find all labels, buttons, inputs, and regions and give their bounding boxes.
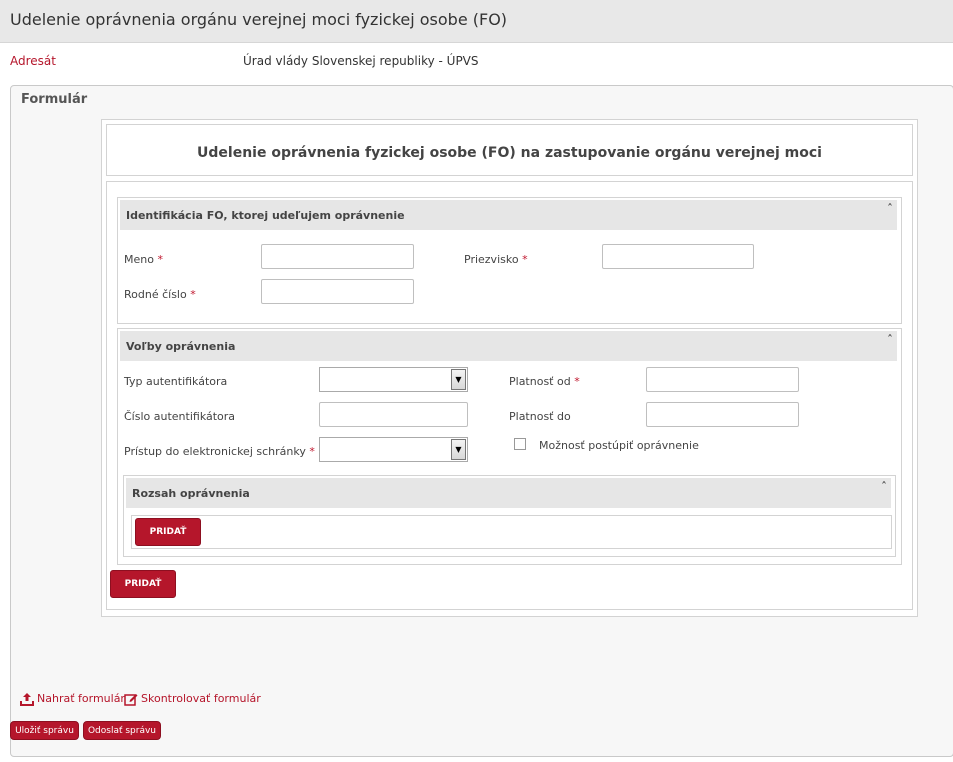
dropdown-arrow-icon[interactable]: ▼ [451,439,466,460]
scope-section-title: Rozsah oprávnenia [132,487,250,500]
form-heading: Udelenie oprávnenia fyzickej osobe (FO) … [197,145,822,161]
identification-section-title: Identifikácia FO, ktorej udeľujem oprávn… [126,209,405,222]
required-mark: * [522,253,528,266]
form-sheet: Udelenie oprávnenia fyzickej osobe (FO) … [101,119,918,617]
upload-form-link[interactable]: Nahrať formulár [20,692,125,706]
page-title: Udelenie oprávnenia orgánu verejnej moci… [10,10,508,29]
send-message-button[interactable]: Odoslať správu [83,721,161,740]
required-mark: * [574,375,580,388]
scope-section: Rozsah oprávnenia ˆ PRIDAŤ [123,475,896,557]
scope-section-header[interactable]: Rozsah oprávnenia ˆ [126,478,891,508]
collapse-icon[interactable]: ˆ [887,202,893,216]
form-body: Identifikácia FO, ktorej udeľujem oprávn… [106,181,913,610]
recipient-value: Úrad vlády Slovenskej republiky - ÚPVS [243,54,479,68]
form-legend: Formulár [21,92,88,107]
add-button[interactable]: PRIDAŤ [110,570,176,598]
options-section: Voľby oprávnenia ˆ Typ autentifikátora ▼… [117,328,902,565]
validate-form-link[interactable]: Skontrolovať formulár [124,692,261,706]
options-section-title: Voľby oprávnenia [126,340,236,353]
form-heading-box: Udelenie oprávnenia fyzickej osobe (FO) … [106,124,913,176]
required-mark: * [157,253,163,266]
auth-type-label: Typ autentifikátora [124,375,228,388]
auth-number-label: Číslo autentifikátora [124,410,236,423]
upload-icon [20,693,34,706]
birth-number-input[interactable] [261,279,414,304]
valid-from-input[interactable] [646,367,799,392]
auth-type-select[interactable]: ▼ [319,367,468,392]
collapse-icon[interactable]: ˆ [881,480,887,494]
birth-number-label: Rodné číslo * [124,288,196,301]
first-name-label: Meno * [124,253,163,266]
delegate-label: Možnosť postúpiť oprávnenie [539,439,699,452]
auth-number-input[interactable] [319,402,468,427]
dropdown-arrow-icon[interactable]: ▼ [451,369,466,390]
last-name-label: Priezvisko * [464,253,528,266]
identification-section: Identifikácia FO, ktorej udeľujem oprávn… [117,197,902,324]
mailbox-access-label: Prístup do elektronickej schránky * [124,445,315,458]
identification-section-header[interactable]: Identifikácia FO, ktorej udeľujem oprávn… [120,200,897,230]
recipient-label: Adresát [10,54,56,68]
valid-to-input[interactable] [646,402,799,427]
page-header: Udelenie oprávnenia orgánu verejnej moci… [0,0,953,43]
last-name-input[interactable] [602,244,754,269]
delegate-checkbox[interactable] [514,438,526,450]
valid-to-label: Platnosť do [509,410,571,423]
first-name-input[interactable] [261,244,414,269]
valid-from-label: Platnosť od * [509,375,580,388]
form-panel: Formulár Udelenie oprávnenia fyzickej os… [10,85,953,757]
mailbox-access-select[interactable]: ▼ [319,437,468,462]
required-mark: * [309,445,315,458]
required-mark: * [190,288,196,301]
collapse-icon[interactable]: ˆ [887,333,893,347]
scope-add-button[interactable]: PRIDAŤ [135,518,201,546]
scope-list: PRIDAŤ [131,515,892,549]
options-section-header[interactable]: Voľby oprávnenia ˆ [120,331,897,361]
save-message-button[interactable]: Uložiť správu [10,721,79,740]
edit-icon [124,694,138,706]
